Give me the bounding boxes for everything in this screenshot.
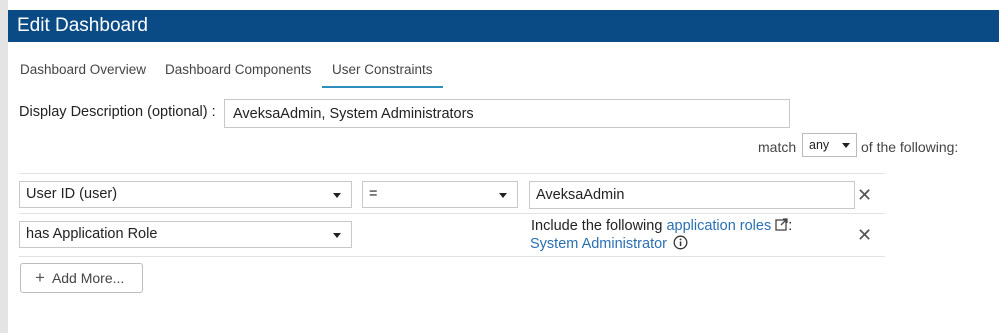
chevron-down-icon: [842, 143, 850, 148]
system-administrator-link[interactable]: System Administrator: [530, 236, 667, 252]
close-icon[interactable]: ✕: [857, 226, 872, 244]
constraint-value-input[interactable]: [529, 181, 855, 209]
operator-select-value: =: [369, 186, 378, 202]
match-select-value: any: [809, 138, 830, 152]
role-constraint-text: Include the following application roles …: [531, 217, 792, 236]
add-more-button[interactable]: + Add More...: [20, 263, 143, 293]
window-title: Edit Dashboard: [8, 10, 999, 42]
active-tab-indicator: [322, 86, 443, 88]
plus-icon: +: [35, 268, 45, 287]
description-label: Display Description (optional) :: [19, 104, 216, 120]
close-icon[interactable]: ✕: [857, 186, 872, 204]
match-suffix: of the following:: [861, 139, 959, 155]
role-line: System Administrator: [530, 235, 688, 254]
attribute-select[interactable]: has Application Role: [19, 221, 352, 248]
link-suffix: :: [788, 218, 793, 234]
left-edge: [0, 0, 8, 333]
attribute-select-value: User ID (user): [26, 186, 118, 202]
match-select[interactable]: any: [802, 133, 857, 157]
include-label: Include the following: [531, 218, 663, 234]
operator-select[interactable]: =: [362, 181, 518, 208]
application-roles-link[interactable]: application roles: [666, 218, 771, 234]
tab-dashboard-components[interactable]: Dashboard Components: [165, 62, 311, 77]
chevron-down-icon: [333, 233, 341, 238]
tab-user-constraints[interactable]: User Constraints: [332, 62, 433, 77]
attribute-select-value: has Application Role: [26, 226, 158, 242]
external-link-icon[interactable]: [775, 218, 788, 231]
divider: [19, 256, 885, 257]
tab-dashboard-overview[interactable]: Dashboard Overview: [20, 62, 146, 77]
add-more-label: Add More...: [51, 270, 125, 286]
divider: [19, 213, 885, 214]
chevron-down-icon: [333, 193, 341, 198]
match-label: match: [758, 139, 797, 155]
divider: [19, 173, 885, 174]
chevron-down-icon: [499, 193, 507, 198]
description-input[interactable]: [224, 99, 790, 128]
attribute-select[interactable]: User ID (user): [19, 181, 352, 208]
info-icon[interactable]: [673, 235, 688, 250]
